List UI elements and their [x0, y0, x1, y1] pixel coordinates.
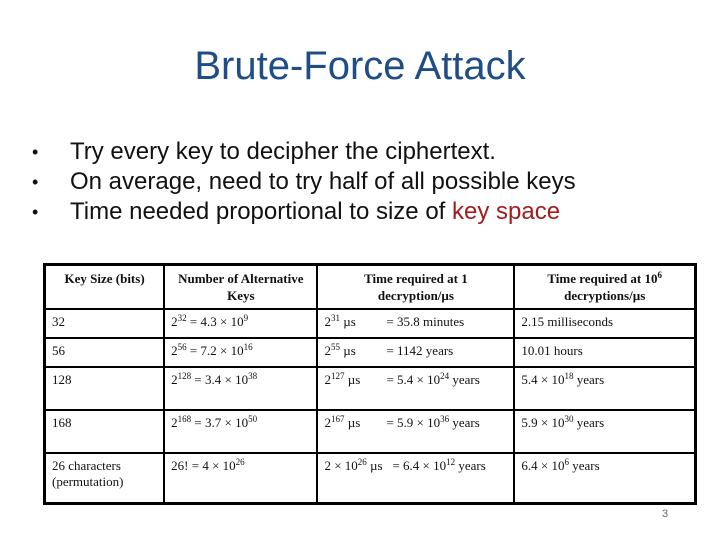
cell-alternative-keys: 232 = 4.3 × 109 — [163, 308, 319, 339]
cell-time-1-decryption: 2 × 1026 µs = 6.4 × 1012 years — [316, 452, 516, 504]
cell-time-million-decryptions: 2.15 milliseconds — [513, 308, 697, 339]
cell-key-size: 26 characters (permutation) — [43, 452, 166, 504]
cell-time-1-decryption: 2127 µs = 5.4 × 1024 years — [316, 366, 516, 411]
cell-alternative-keys: 26! = 4 × 1026 — [163, 452, 319, 504]
header-alternative-keys: Number of Alternative Keys — [163, 263, 319, 310]
cell-time-million-decryptions: 5.4 × 1018 years — [513, 366, 697, 411]
table-row: 32 232 = 4.3 × 109 231 µs = 35.8 minutes … — [43, 308, 697, 339]
header-time-1-decryption: Time required at 1 decryption/µs — [316, 263, 516, 310]
cell-time-1-decryption: 2167 µs = 5.9 × 1036 years — [316, 409, 516, 454]
bullet-item: • Try every key to decipher the cipherte… — [30, 137, 576, 167]
bullet-item: • On average, need to try half of all po… — [30, 167, 576, 197]
bullet-text: Time needed proportional to size of — [70, 198, 452, 225]
table-row: 56 256 = 7.2 × 1016 255 µs = 1142 years 1… — [43, 337, 697, 368]
table-row: 26 characters (permutation) 26! = 4 × 102… — [43, 452, 697, 504]
bullet-text: Try every key to decipher the ciphertext… — [70, 138, 496, 165]
bullet-icon: • — [32, 202, 39, 222]
header-key-size: Key Size (bits) — [43, 263, 166, 310]
cell-alternative-keys: 2128 = 3.4 × 1038 — [163, 366, 319, 411]
key-space-table: Key Size (bits) Number of Alternative Key… — [43, 263, 697, 505]
slide-title: Brute-Force Attack — [194, 44, 526, 88]
cell-time-million-decryptions: 6.4 × 106 years — [513, 452, 697, 504]
bullet-item: • Time needed proportional to size of ke… — [30, 197, 576, 227]
bullet-list: • Try every key to decipher the cipherte… — [30, 137, 576, 227]
cell-alternative-keys: 256 = 7.2 × 1016 — [163, 337, 319, 368]
cell-key-size: 32 — [43, 308, 166, 339]
header-time-million-decryptions: Time required at 106 decryptions/µs — [513, 263, 697, 310]
cell-key-size: 128 — [43, 366, 166, 411]
bullet-text: On average, need to try half of all poss… — [70, 168, 576, 195]
cell-key-size: 168 — [43, 409, 166, 454]
table-row: 128 2128 = 3.4 × 1038 2127 µs = 5.4 × 102… — [43, 366, 697, 411]
bullet-highlight: key space — [452, 198, 561, 225]
cell-time-1-decryption: 231 µs = 35.8 minutes — [316, 308, 516, 339]
table-row: 168 2168 = 3.7 × 1050 2167 µs = 5.9 × 103… — [43, 409, 697, 454]
table-header-row: Key Size (bits) Number of Alternative Key… — [43, 263, 697, 310]
cell-time-million-decryptions: 10.01 hours — [513, 337, 697, 368]
bullet-icon: • — [32, 172, 39, 192]
cell-time-1-decryption: 255 µs = 1142 years — [316, 337, 516, 368]
cell-time-million-decryptions: 5.9 × 1030 years — [513, 409, 697, 454]
cell-alternative-keys: 2168 = 3.7 × 1050 — [163, 409, 319, 454]
bullet-icon: • — [32, 142, 39, 162]
cell-key-size: 56 — [43, 337, 166, 368]
page-number: 3 — [662, 508, 669, 520]
